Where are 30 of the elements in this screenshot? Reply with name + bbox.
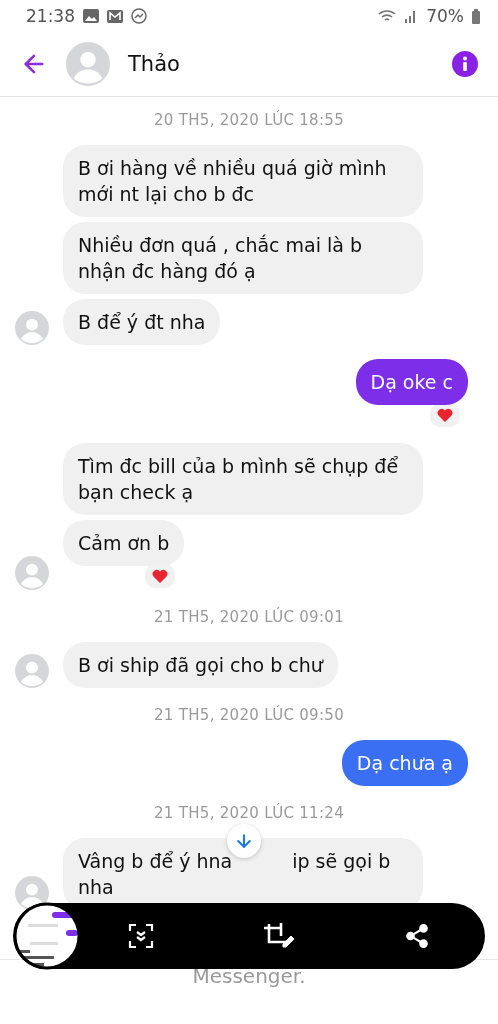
battery-level: 70% [426,6,464,26]
date-separator: 20 TH5, 2020 LÚC 18:55 [154,111,344,129]
avatar-icon [15,876,49,910]
avatar-icon [15,311,49,345]
date-separator: 21 TH5, 2020 LÚC 09:01 [154,608,344,626]
message-bubble: Nhiều đơn quá , chắc mai là b nhận đc hàng đó ạ [63,222,423,294]
avatar-icon [15,556,49,590]
date-separator: 21 TH5, 2020 LÚC 09:50 [154,706,344,724]
arrow-down-icon [234,831,254,851]
status-time: 21:38 [26,6,75,26]
message-bubble: Dạ oke c [355,359,468,405]
info-icon[interactable] [452,51,478,77]
message-bubble: B ơi ship đã gọi cho b chư [63,642,338,688]
message-bubble: Dạ chưa ạ [341,740,468,786]
mail-icon [107,9,123,23]
avatar-icon [15,654,49,688]
chat-bubble-icon [131,8,147,24]
message-bubble: Tìm đc bill của b mình sẽ chụp để bạn check ạ [63,443,423,515]
avatar-icon [66,42,110,86]
contact-name: Thảo [128,52,180,76]
heart-icon [437,408,453,422]
footer-text: Messenger. [192,964,306,988]
message-bubble: Cảm ơn b [63,520,185,566]
message-bubble: B để ý đt nha [63,299,221,345]
date-separator: 21 TH5, 2020 LÚC 11:24 [154,804,344,822]
battery-icon [472,8,480,24]
image-icon [83,9,99,23]
wifi-icon [378,9,397,23]
heart-icon [152,569,168,583]
message-bubble: B ơi hàng về nhiều quá giờ mình mới nt lại cho b đc [63,145,423,217]
